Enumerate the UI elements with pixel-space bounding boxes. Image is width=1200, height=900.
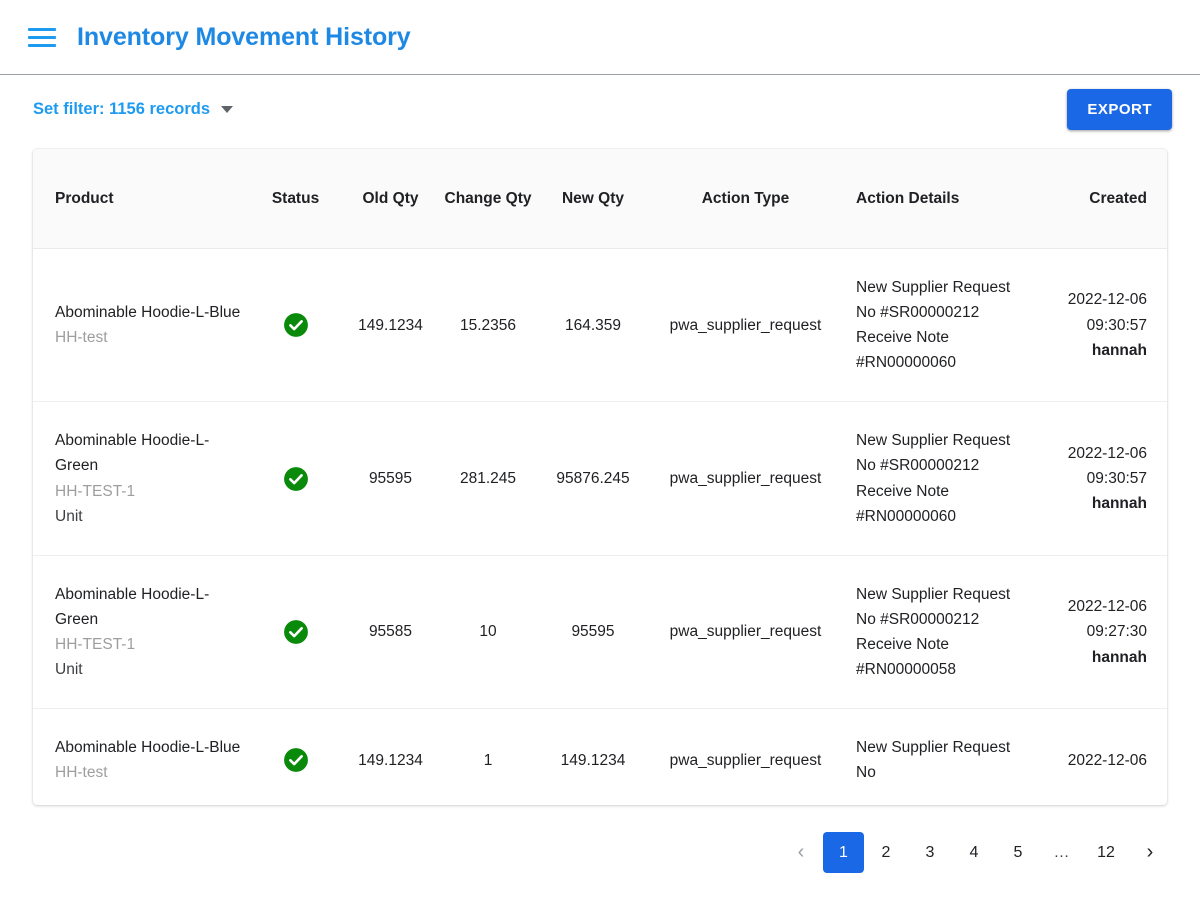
cell-action-type: pwa_supplier_request [648, 555, 843, 708]
cell-status [248, 248, 343, 401]
column-header-status[interactable]: Status [248, 149, 343, 248]
created-time: 09:27:30 [1087, 623, 1147, 640]
cell-created: 2022-12-06 09:30:57 hannah [1013, 248, 1167, 401]
cell-action-details: New Supplier Request No #SR00000212 Rece… [843, 248, 1013, 401]
cell-created: 2022-12-06 09:27:30 hannah [1013, 555, 1167, 708]
created-date: 2022-12-06 [1068, 291, 1147, 308]
page-title: Inventory Movement History [77, 23, 411, 52]
cell-action-type: pwa_supplier_request [648, 248, 843, 401]
cell-status [248, 402, 343, 555]
cell-change-qty: 1 [438, 709, 538, 805]
created-time: 09:30:57 [1087, 470, 1147, 487]
product-name: Abominable Hoodie-L-Blue [55, 304, 240, 321]
cell-product: Abominable Hoodie-L-Green HH-TEST-1 Unit [33, 402, 248, 555]
cell-action-type: pwa_supplier_request [648, 709, 843, 805]
product-name: Abominable Hoodie-L-Green [55, 432, 209, 474]
movement-history-table: Product Status Old Qty Change Qty New Qt… [33, 149, 1167, 805]
chevron-right-icon[interactable]: › [1128, 832, 1172, 873]
cell-created: 2022-12-06 [1013, 709, 1167, 805]
hamburger-bar [28, 28, 56, 31]
column-header-action-details[interactable]: Action Details [843, 149, 1013, 248]
product-name: Abominable Hoodie-L-Green [55, 586, 209, 628]
table-row[interactable]: Abominable Hoodie-L-BlueHH-test149.12341… [33, 709, 1167, 805]
pagination-ellipsis: … [1040, 832, 1084, 873]
chevron-left-icon[interactable]: ‹ [779, 832, 823, 873]
cell-created: 2022-12-06 09:30:57 hannah [1013, 402, 1167, 555]
export-button[interactable]: EXPORT [1067, 89, 1172, 130]
cell-change-qty: 15.2356 [438, 248, 538, 401]
pagination-page-5[interactable]: 5 [996, 832, 1040, 873]
set-filter-dropdown[interactable]: Set filter: 1156 records [33, 100, 233, 119]
table-header: Product Status Old Qty Change Qty New Qt… [33, 149, 1167, 248]
cell-new-qty: 95876.245 [538, 402, 648, 555]
toolbar: Set filter: 1156 records EXPORT [0, 75, 1200, 144]
table-row[interactable]: Abominable Hoodie-L-Green HH-TEST-1 Unit 95… [33, 555, 1167, 708]
product-sku: HH-TEST-1 [55, 483, 135, 500]
pagination-page-12[interactable]: 12 [1084, 832, 1128, 873]
pagination-page-2[interactable]: 2 [864, 832, 908, 873]
table-row[interactable]: Abominable Hoodie-L-BlueHH-test149.12341… [33, 248, 1167, 401]
pagination-page-1[interactable]: 1 [823, 832, 864, 873]
hamburger-bar [28, 36, 56, 39]
cell-action-details: New Supplier Request No [843, 709, 1013, 805]
created-user: hannah [1013, 491, 1147, 516]
check-circle-icon [283, 316, 309, 333]
check-circle-icon [283, 470, 309, 487]
check-circle-icon [283, 623, 309, 640]
cell-action-details: New Supplier Request No #SR00000212 Rece… [843, 555, 1013, 708]
product-name: Abominable Hoodie-L-Blue [55, 739, 240, 756]
movement-history-table-card: Product Status Old Qty Change Qty New Qt… [33, 149, 1167, 805]
column-header-old-qty[interactable]: Old Qty [343, 149, 438, 248]
app-bar: Inventory Movement History [0, 0, 1200, 75]
product-sku: HH-TEST-1 [55, 636, 135, 653]
pagination: ‹ 12345…12 › [779, 832, 1172, 873]
cell-old-qty: 149.1234 [343, 248, 438, 401]
cell-new-qty: 149.1234 [538, 709, 648, 805]
column-header-created[interactable]: Created [1013, 149, 1167, 248]
cell-new-qty: 95595 [538, 555, 648, 708]
cell-product: Abominable Hoodie-L-Blue HH-test [33, 709, 248, 805]
hamburger-menu-icon[interactable] [28, 26, 58, 48]
cell-old-qty: 95595 [343, 402, 438, 555]
product-unit: Unit [55, 508, 83, 525]
table-row[interactable]: Abominable Hoodie-L-Green HH-TEST-1 Unit 95… [33, 402, 1167, 555]
cell-old-qty: 95585 [343, 555, 438, 708]
chevron-down-icon [221, 106, 233, 113]
column-header-new-qty[interactable]: New Qty [538, 149, 648, 248]
cell-status [248, 555, 343, 708]
product-sku: HH-test [55, 764, 108, 781]
check-circle-icon [283, 751, 309, 768]
cell-status [248, 709, 343, 805]
set-filter-label: Set filter: 1156 records [33, 100, 210, 119]
cell-action-type: pwa_supplier_request [648, 402, 843, 555]
created-user: hannah [1013, 338, 1147, 363]
cell-product: Abominable Hoodie-L-Green HH-TEST-1 Unit [33, 555, 248, 708]
column-header-change-qty[interactable]: Change Qty [438, 149, 538, 248]
hamburger-bar [28, 44, 56, 47]
pagination-page-3[interactable]: 3 [908, 832, 952, 873]
table-body: Abominable Hoodie-L-BlueHH-test149.12341… [33, 248, 1167, 805]
product-unit: Unit [55, 661, 83, 678]
cell-new-qty: 164.359 [538, 248, 648, 401]
cell-product: Abominable Hoodie-L-Blue HH-test [33, 248, 248, 401]
created-date: 2022-12-06 [1068, 445, 1147, 462]
cell-action-details: New Supplier Request No #SR00000212 Rece… [843, 402, 1013, 555]
created-user: hannah [1013, 645, 1147, 670]
created-time: 09:30:57 [1087, 317, 1147, 334]
column-header-product[interactable]: Product [33, 149, 248, 248]
created-date: 2022-12-06 [1068, 752, 1147, 769]
created-date: 2022-12-06 [1068, 598, 1147, 615]
cell-change-qty: 281.245 [438, 402, 538, 555]
cell-change-qty: 10 [438, 555, 538, 708]
pagination-page-4[interactable]: 4 [952, 832, 996, 873]
column-header-action-type[interactable]: Action Type [648, 149, 843, 248]
product-sku: HH-test [55, 329, 108, 346]
cell-old-qty: 149.1234 [343, 709, 438, 805]
table-header-row: Product Status Old Qty Change Qty New Qt… [33, 149, 1167, 248]
